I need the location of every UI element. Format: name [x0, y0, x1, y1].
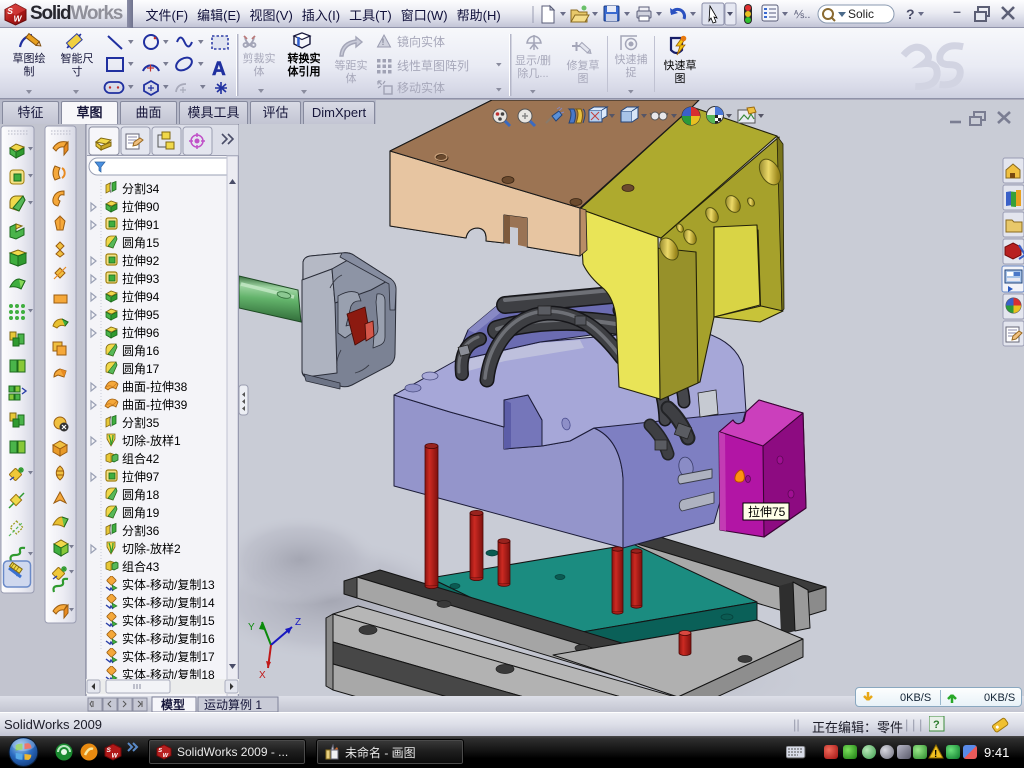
svg-text:曲面-拉伸39: 曲面-拉伸39 [122, 397, 188, 412]
svg-text:曲面-拉伸38: 曲面-拉伸38 [122, 379, 188, 394]
svg-text:拉伸94: 拉伸94 [122, 289, 160, 304]
svg-text:实体-移动/复制15: 实体-移动/复制15 [122, 613, 215, 628]
svg-text:实体-移动/复制14: 实体-移动/复制14 [122, 595, 215, 610]
svg-text:分割35: 分割35 [122, 415, 160, 430]
svg-text:圆角18: 圆角18 [122, 488, 160, 502]
svg-text:W: W [112, 753, 119, 760]
svg-text:实体-移动/复制16: 实体-移动/复制16 [122, 631, 215, 646]
svg-text:分割34: 分割34 [122, 181, 160, 196]
svg-text:圆角19: 圆角19 [122, 506, 160, 520]
svg-text:拉伸90: 拉伸90 [122, 199, 160, 214]
svg-text:圆角17: 圆角17 [122, 362, 160, 376]
svg-text:实体-移动/复制17: 实体-移动/复制17 [122, 649, 215, 664]
svg-text:拉伸75: 拉伸75 [748, 504, 786, 519]
svg-text:拉伸92: 拉伸92 [122, 253, 160, 268]
svg-text:?: ? [933, 719, 940, 731]
svg-text:A: A [212, 59, 226, 80]
svg-text:切除-放样2: 切除-放样2 [122, 541, 181, 556]
svg-text:!: ! [382, 37, 385, 47]
svg-text:拉伸96: 拉伸96 [122, 325, 160, 340]
svg-text:W: W [163, 753, 169, 759]
svg-text:!: ! [934, 749, 937, 760]
svg-text:圆角15: 圆角15 [122, 236, 160, 250]
svg-text:组合43: 组合43 [122, 559, 160, 574]
svg-text:模型: 模型 [161, 697, 185, 712]
svg-text:拉伸93: 拉伸93 [122, 271, 160, 286]
svg-text:运动算例 1: 运动算例 1 [204, 697, 262, 712]
svg-text:组合42: 组合42 [122, 451, 160, 466]
svg-text:Z: Z [295, 617, 301, 628]
svg-text:拉伸95: 拉伸95 [122, 307, 160, 322]
svg-text:实体-移动/复制13: 实体-移动/复制13 [122, 577, 215, 592]
svg-text:拉伸91: 拉伸91 [122, 217, 160, 232]
svg-text:X: X [259, 670, 266, 681]
svg-text:Y: Y [248, 622, 255, 633]
svg-text:切除-放样1: 切除-放样1 [122, 433, 181, 448]
svg-text:分割36: 分割36 [122, 523, 160, 538]
svg-text:S: S [158, 748, 162, 754]
svg-text:拉伸97: 拉伸97 [122, 469, 160, 484]
svg-text:圆角16: 圆角16 [122, 344, 160, 358]
